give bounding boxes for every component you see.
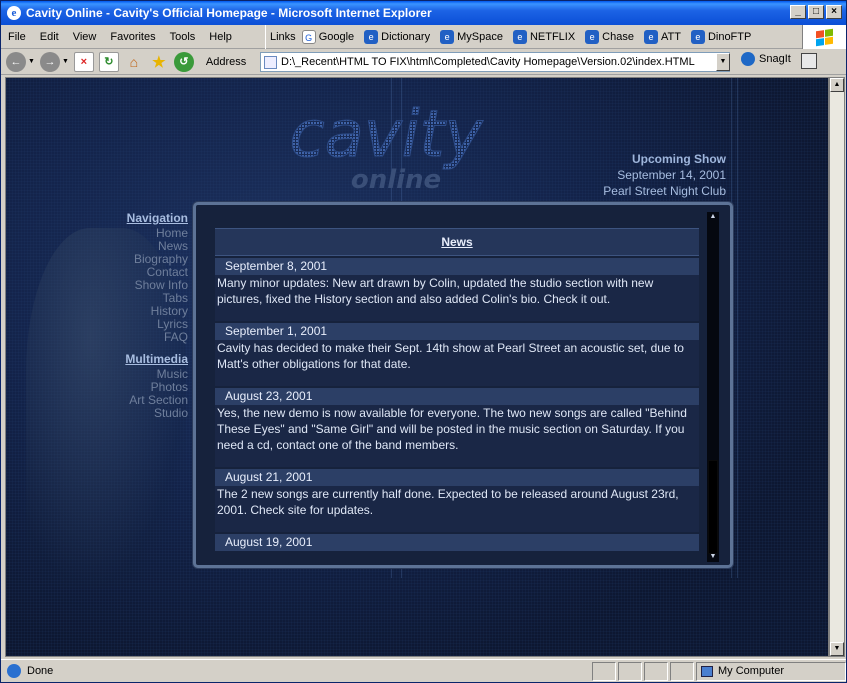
ie-page-icon: e	[585, 30, 600, 44]
upcoming-show: Upcoming Show September 14, 2001 Pearl S…	[603, 151, 726, 199]
logo-sub-text: online	[351, 165, 441, 195]
ie-page-icon: e	[364, 30, 379, 44]
address-label: Address	[205, 55, 247, 68]
forward-dropdown-icon[interactable]: ▼	[62, 58, 69, 65]
nav-studio[interactable]: Studio	[125, 407, 188, 420]
title-bar: e Cavity Online - Cavity's Official Home…	[1, 1, 846, 25]
news-entry: August 19, 2001	[215, 534, 699, 551]
news-date: August 21, 2001	[215, 469, 699, 486]
page-viewport: cavity online Upcoming Show September 14…	[5, 77, 829, 657]
google-icon: G	[301, 30, 316, 44]
scroll-up-icon[interactable]: ▲	[707, 212, 719, 222]
menu-tools[interactable]: Tools	[163, 31, 203, 43]
nav-faq[interactable]: FAQ	[125, 331, 188, 344]
menu-file[interactable]: File	[1, 31, 33, 43]
link-dictionary[interactable]: e Dictionary	[364, 30, 430, 44]
back-dropdown-icon[interactable]: ▼	[28, 58, 35, 65]
favorites-star-icon[interactable]: ★	[149, 52, 169, 72]
link-chase[interactable]: e Chase	[585, 30, 634, 44]
history-icon[interactable]: ↺	[173, 51, 194, 72]
address-dropdown-icon[interactable]: ▼	[716, 53, 730, 71]
site-logo: cavity online	[289, 98, 484, 196]
ie-page-icon: e	[690, 30, 705, 44]
upcoming-show-venue: Pearl Street Night Club	[603, 184, 726, 198]
ie-logo-icon: e	[7, 6, 21, 20]
security-zone: My Computer	[696, 661, 846, 681]
snagit-button[interactable]: SnagIt	[741, 52, 791, 66]
snagit-icon	[741, 52, 755, 66]
page-icon	[264, 55, 277, 69]
news-date: August 19, 2001	[215, 534, 699, 551]
news-text: Cavity has decided to make their Sept. 1…	[215, 340, 699, 386]
news-scrollbar[interactable]: ▲ ▼	[707, 212, 719, 562]
ie-page-icon: e	[512, 30, 527, 44]
close-button[interactable]: ×	[826, 5, 842, 19]
my-computer-icon	[701, 665, 713, 677]
news-heading: News	[215, 228, 699, 256]
link-google[interactable]: G Google	[301, 30, 354, 44]
status-cell	[670, 661, 694, 681]
news-entry: September 8, 2001 Many minor updates: Ne…	[215, 258, 699, 321]
maximize-button[interactable]: □	[808, 5, 824, 19]
menu-view[interactable]: View	[66, 31, 104, 43]
navigation-heading[interactable]: Navigation	[125, 212, 188, 225]
news-entry: August 21, 2001 The 2 new songs are curr…	[215, 469, 699, 532]
links-bar: Links G Google e Dictionary e MySpace e NETF…	[265, 25, 761, 49]
ie-page-icon: e	[440, 30, 455, 44]
site-navigation: Navigation Home News Biography Contact S…	[125, 212, 188, 420]
news-text: Yes, the new demo is now available for e…	[215, 405, 699, 467]
browser-window: e Cavity Online - Cavity's Official Home…	[0, 0, 847, 683]
page-scroll-up-icon[interactable]: ▲	[830, 78, 844, 92]
news-text: The 2 new songs are currently half done.…	[215, 486, 699, 532]
news-date: August 23, 2001	[215, 388, 699, 405]
news-date: September 1, 2001	[215, 323, 699, 340]
news-entry: September 1, 2001 Cavity has decided to …	[215, 323, 699, 386]
multimedia-heading[interactable]: Multimedia	[125, 353, 188, 366]
menu-help[interactable]: Help	[202, 31, 239, 43]
snagit-capture-icon[interactable]	[801, 53, 817, 69]
stop-icon[interactable]: ×	[73, 51, 94, 72]
page-scroll-down-icon[interactable]: ▼	[830, 642, 844, 656]
menu-favorites[interactable]: Favorites	[103, 31, 162, 43]
scroll-down-icon[interactable]: ▼	[707, 552, 719, 562]
news-scroll-area[interactable]: News September 8, 2001 Many minor update…	[204, 212, 704, 562]
status-cell	[644, 661, 668, 681]
news-text: Many minor updates: New art drawn by Col…	[215, 275, 699, 321]
status-text: Done	[27, 665, 54, 677]
link-myspace[interactable]: e MySpace	[440, 30, 503, 44]
windows-logo-icon	[802, 25, 846, 49]
window-title: Cavity Online - Cavity's Official Homepa…	[26, 6, 432, 20]
refresh-icon[interactable]: ↻	[98, 51, 119, 72]
status-cell	[618, 661, 642, 681]
status-bar: Done My Computer	[1, 659, 846, 682]
forward-icon[interactable]: →	[39, 51, 60, 72]
back-icon[interactable]: ←	[6, 51, 26, 72]
status-cell	[592, 661, 616, 681]
page-scrollbar[interactable]: ▲ ▼	[829, 77, 845, 657]
address-input[interactable]: D:\_Recent\HTML TO FIX\html\Completed\Ca…	[260, 52, 730, 72]
news-panel: News September 8, 2001 Many minor update…	[193, 202, 733, 568]
link-netflix[interactable]: e NETFLIX	[512, 30, 575, 44]
logo-main-text: cavity	[289, 98, 483, 172]
decor-line	[737, 78, 738, 578]
news-date: September 8, 2001	[215, 258, 699, 275]
upcoming-show-title: Upcoming Show	[632, 152, 726, 166]
menu-edit[interactable]: Edit	[33, 31, 66, 43]
news-scroll-thumb[interactable]	[708, 460, 718, 554]
page-done-icon	[7, 664, 21, 678]
home-icon[interactable]: ⌂	[124, 52, 144, 72]
links-label: Links	[270, 31, 296, 43]
news-entry: August 23, 2001 Yes, the new demo is now…	[215, 388, 699, 467]
address-value: D:\_Recent\HTML TO FIX\html\Completed\Ca…	[281, 56, 695, 68]
ie-page-icon: e	[643, 30, 658, 44]
link-att[interactable]: e ATT	[643, 30, 681, 44]
link-dinoftp[interactable]: e DinoFTP	[690, 30, 751, 44]
upcoming-show-date: September 14, 2001	[617, 168, 726, 182]
minimize-button[interactable]: _	[790, 5, 806, 19]
